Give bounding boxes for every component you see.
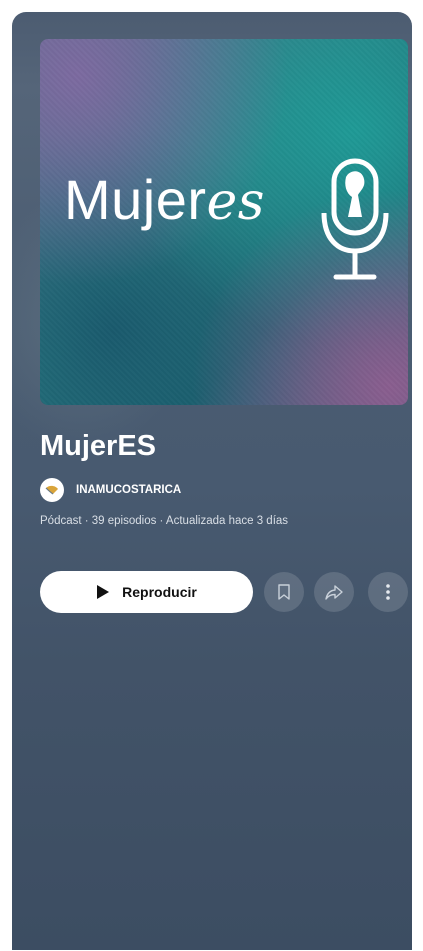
author-avatar[interactable]	[40, 478, 64, 502]
more-vertical-icon	[386, 584, 390, 600]
cover-logo-main: Mujer	[64, 168, 207, 231]
podcast-title: MujerES	[40, 430, 157, 462]
podcast-cover-art[interactable]: Mujeres	[40, 39, 408, 405]
author-row[interactable]: INAMUCOSTARICA	[40, 477, 181, 503]
cover-logo-text: Mujeres	[64, 167, 265, 232]
share-button[interactable]	[314, 572, 354, 612]
microphone-icon	[321, 158, 389, 280]
play-icon	[97, 585, 110, 599]
save-button[interactable]	[264, 572, 304, 612]
author-link[interactable]: INAMUCOSTARICA	[76, 484, 181, 496]
bookmark-icon	[278, 584, 290, 600]
author-logo-icon	[45, 485, 58, 495]
play-button-label: Reproducir	[122, 584, 197, 600]
share-icon	[325, 585, 343, 600]
more-options-button[interactable]	[368, 572, 408, 612]
podcast-meta: Pódcast · 39 episodios · Actualizada hac…	[40, 515, 289, 527]
cover-logo-script: es	[206, 172, 265, 232]
podcast-panel: Mujeres MujerES INAMUCOSTARICA Pódcast ·…	[12, 12, 412, 950]
play-button[interactable]: Reproducir	[40, 571, 253, 613]
